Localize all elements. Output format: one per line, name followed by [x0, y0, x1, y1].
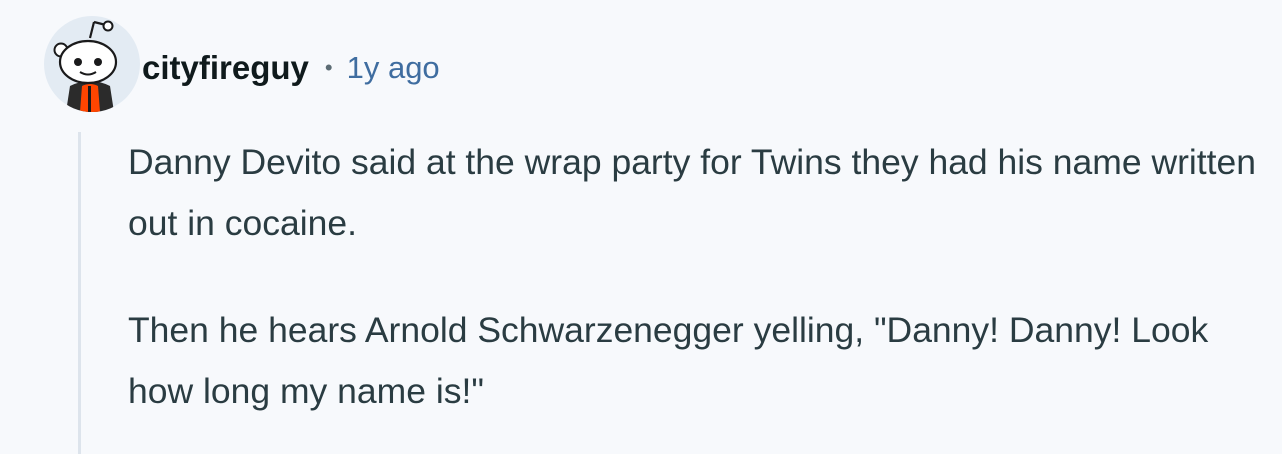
comment: cityfireguy • 1y ago Danny Devito said a…	[0, 0, 1282, 454]
comment-header: cityfireguy • 1y ago	[142, 46, 440, 90]
comment-paragraph: Then he hears Arnold Schwarzenegger yell…	[128, 310, 1209, 411]
snoo-avatar-icon	[53, 20, 118, 112]
username-link[interactable]: cityfireguy	[142, 49, 309, 87]
user-avatar[interactable]	[44, 16, 140, 112]
comment-timestamp[interactable]: 1y ago	[347, 50, 440, 86]
comment-paragraph: Danny Devito said at the wrap party for …	[128, 142, 1257, 243]
thread-collapse-line[interactable]	[78, 132, 81, 454]
meta-separator: •	[324, 55, 333, 80]
comment-body: Danny Devito said at the wrap party for …	[128, 132, 1278, 422]
